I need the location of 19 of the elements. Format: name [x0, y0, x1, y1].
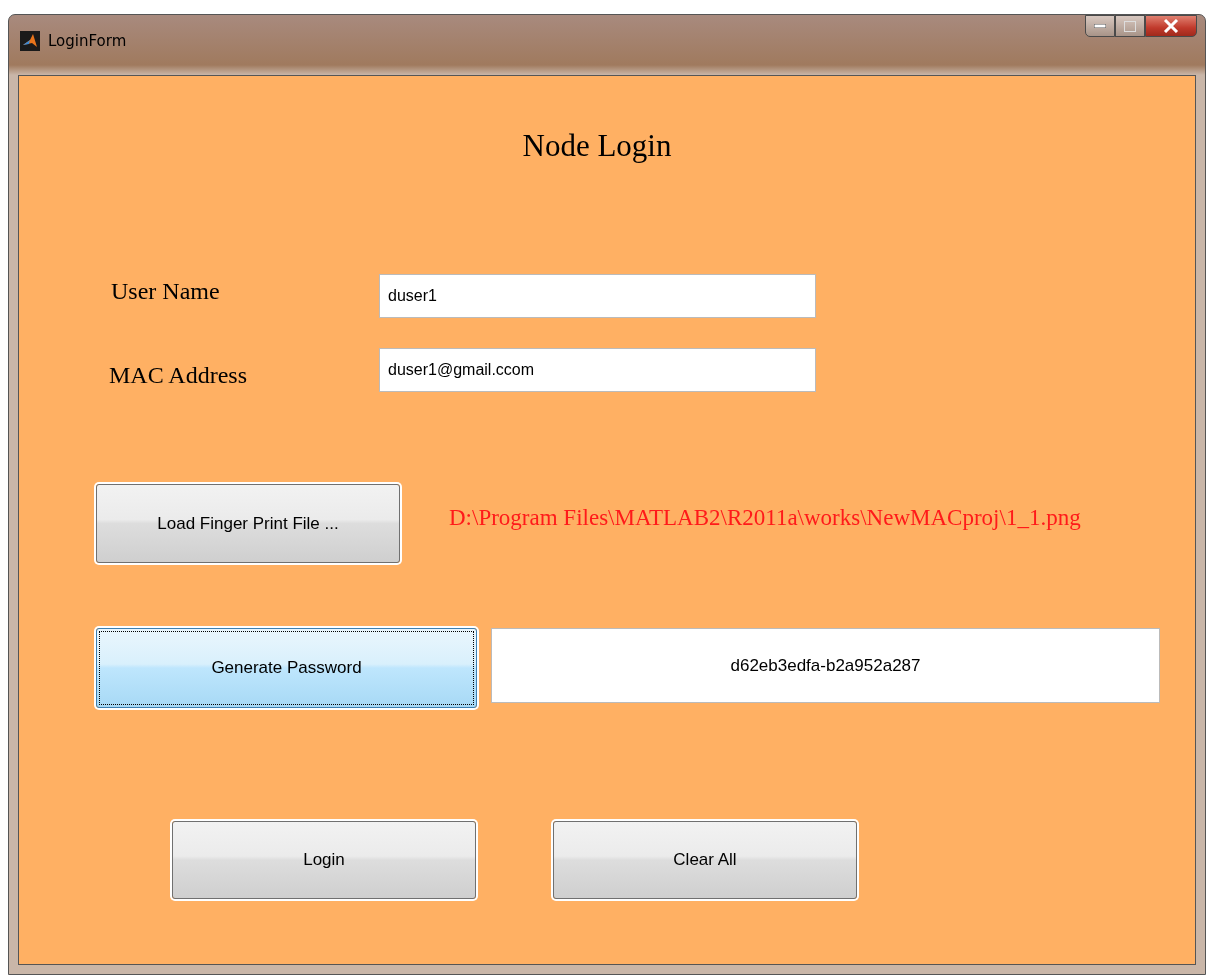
minimize-icon: [1094, 24, 1106, 28]
text-field[interactable]: duser1: [379, 274, 816, 318]
close-icon: [1163, 19, 1179, 33]
password-display: d62eb3edfa-b2a952a287: [491, 628, 1160, 703]
text-field[interactable]: duser1@gmail.ccom: [379, 348, 816, 392]
login-button[interactable]: Login: [172, 821, 476, 899]
generate-password-button[interactable]: Generate Password: [96, 628, 477, 708]
maximize-icon: [1124, 20, 1136, 32]
maximize-button[interactable]: [1115, 15, 1145, 37]
field-label: User Name: [110, 277, 221, 305]
load-file-button[interactable]: Load Finger Print File ...: [96, 484, 400, 563]
field-label: MAC Address: [108, 361, 248, 389]
form-heading: Node Login: [521, 128, 673, 164]
file-path: D:\Program Files\MATLAB2\R2011a\works\NewMACproj\1_1.png: [449, 504, 1081, 531]
minimize-button[interactable]: [1085, 15, 1115, 37]
close-button[interactable]: [1145, 15, 1197, 37]
window-title: LoginForm: [48, 32, 127, 50]
clear-all-button[interactable]: Clear All: [553, 821, 857, 899]
app-icon: [20, 31, 40, 51]
